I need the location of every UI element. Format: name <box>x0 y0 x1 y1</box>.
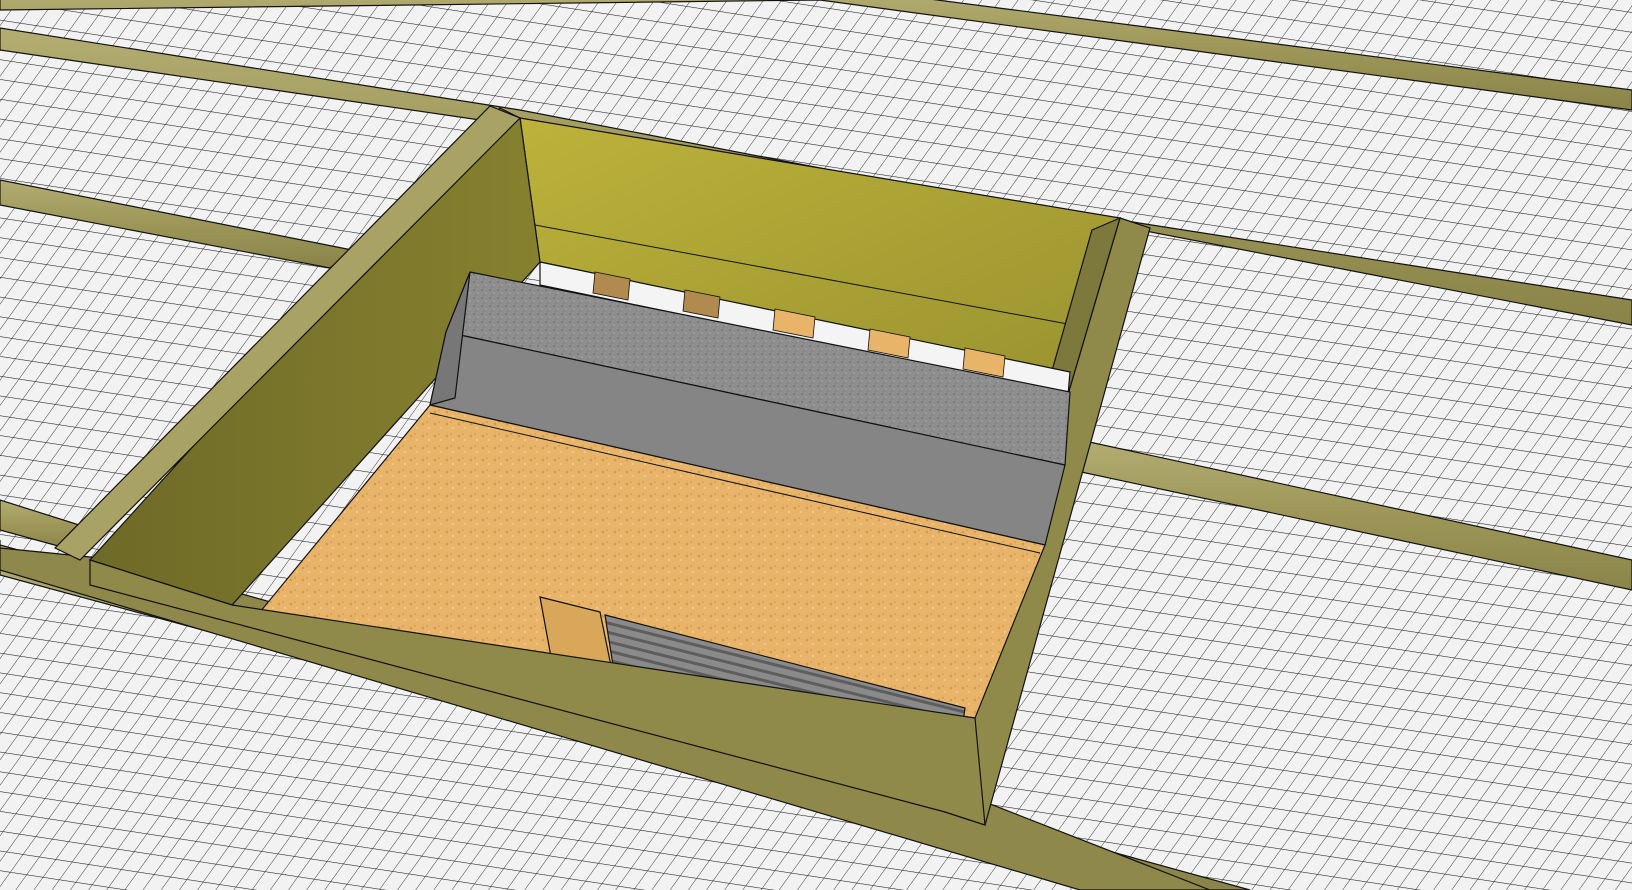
3d-floor-framing-view <box>0 0 1632 890</box>
